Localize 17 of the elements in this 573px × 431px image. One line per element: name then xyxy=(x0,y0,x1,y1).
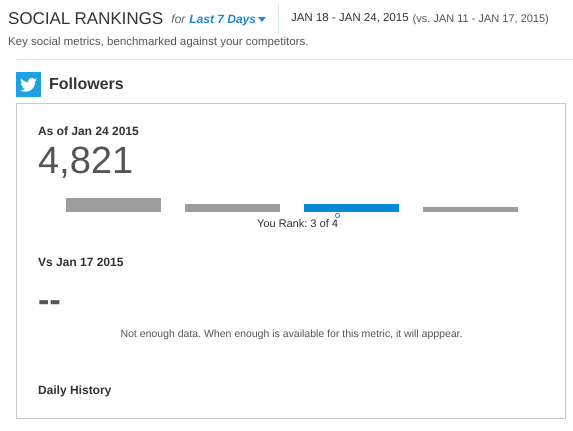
rank-label: You Rank: 3 of 4 xyxy=(257,216,338,233)
caret-icon xyxy=(258,16,266,22)
period-prefix: for xyxy=(171,11,186,28)
marker-dot-icon xyxy=(334,213,340,218)
twitter-bird-icon xyxy=(16,72,41,98)
as-of-date: As of Jan 24 2015 xyxy=(38,123,140,140)
section-title: Followers xyxy=(49,74,124,95)
date-range: JAN 18 - JAN 24, 2015 xyxy=(290,11,409,26)
period-dropdown[interactable]: Last 7 Days xyxy=(189,10,266,28)
page-subtitle: Key social metrics, benchmarked against your competitors. xyxy=(8,35,310,50)
comparison-label: Vs Jan 17 2015 xyxy=(38,254,124,271)
comparison-range: (vs. JAN 11 - JAN 17, 2015) xyxy=(412,12,549,27)
page-title: SOCIAL RANKINGS xyxy=(8,8,164,30)
follower-count: 4,821 xyxy=(38,142,134,180)
history-label: Daily History xyxy=(38,382,112,398)
no-data-message: Not enough data. When enough is available for this metric, it will apppear. xyxy=(120,326,463,342)
comparison-value: -- xyxy=(38,282,62,317)
